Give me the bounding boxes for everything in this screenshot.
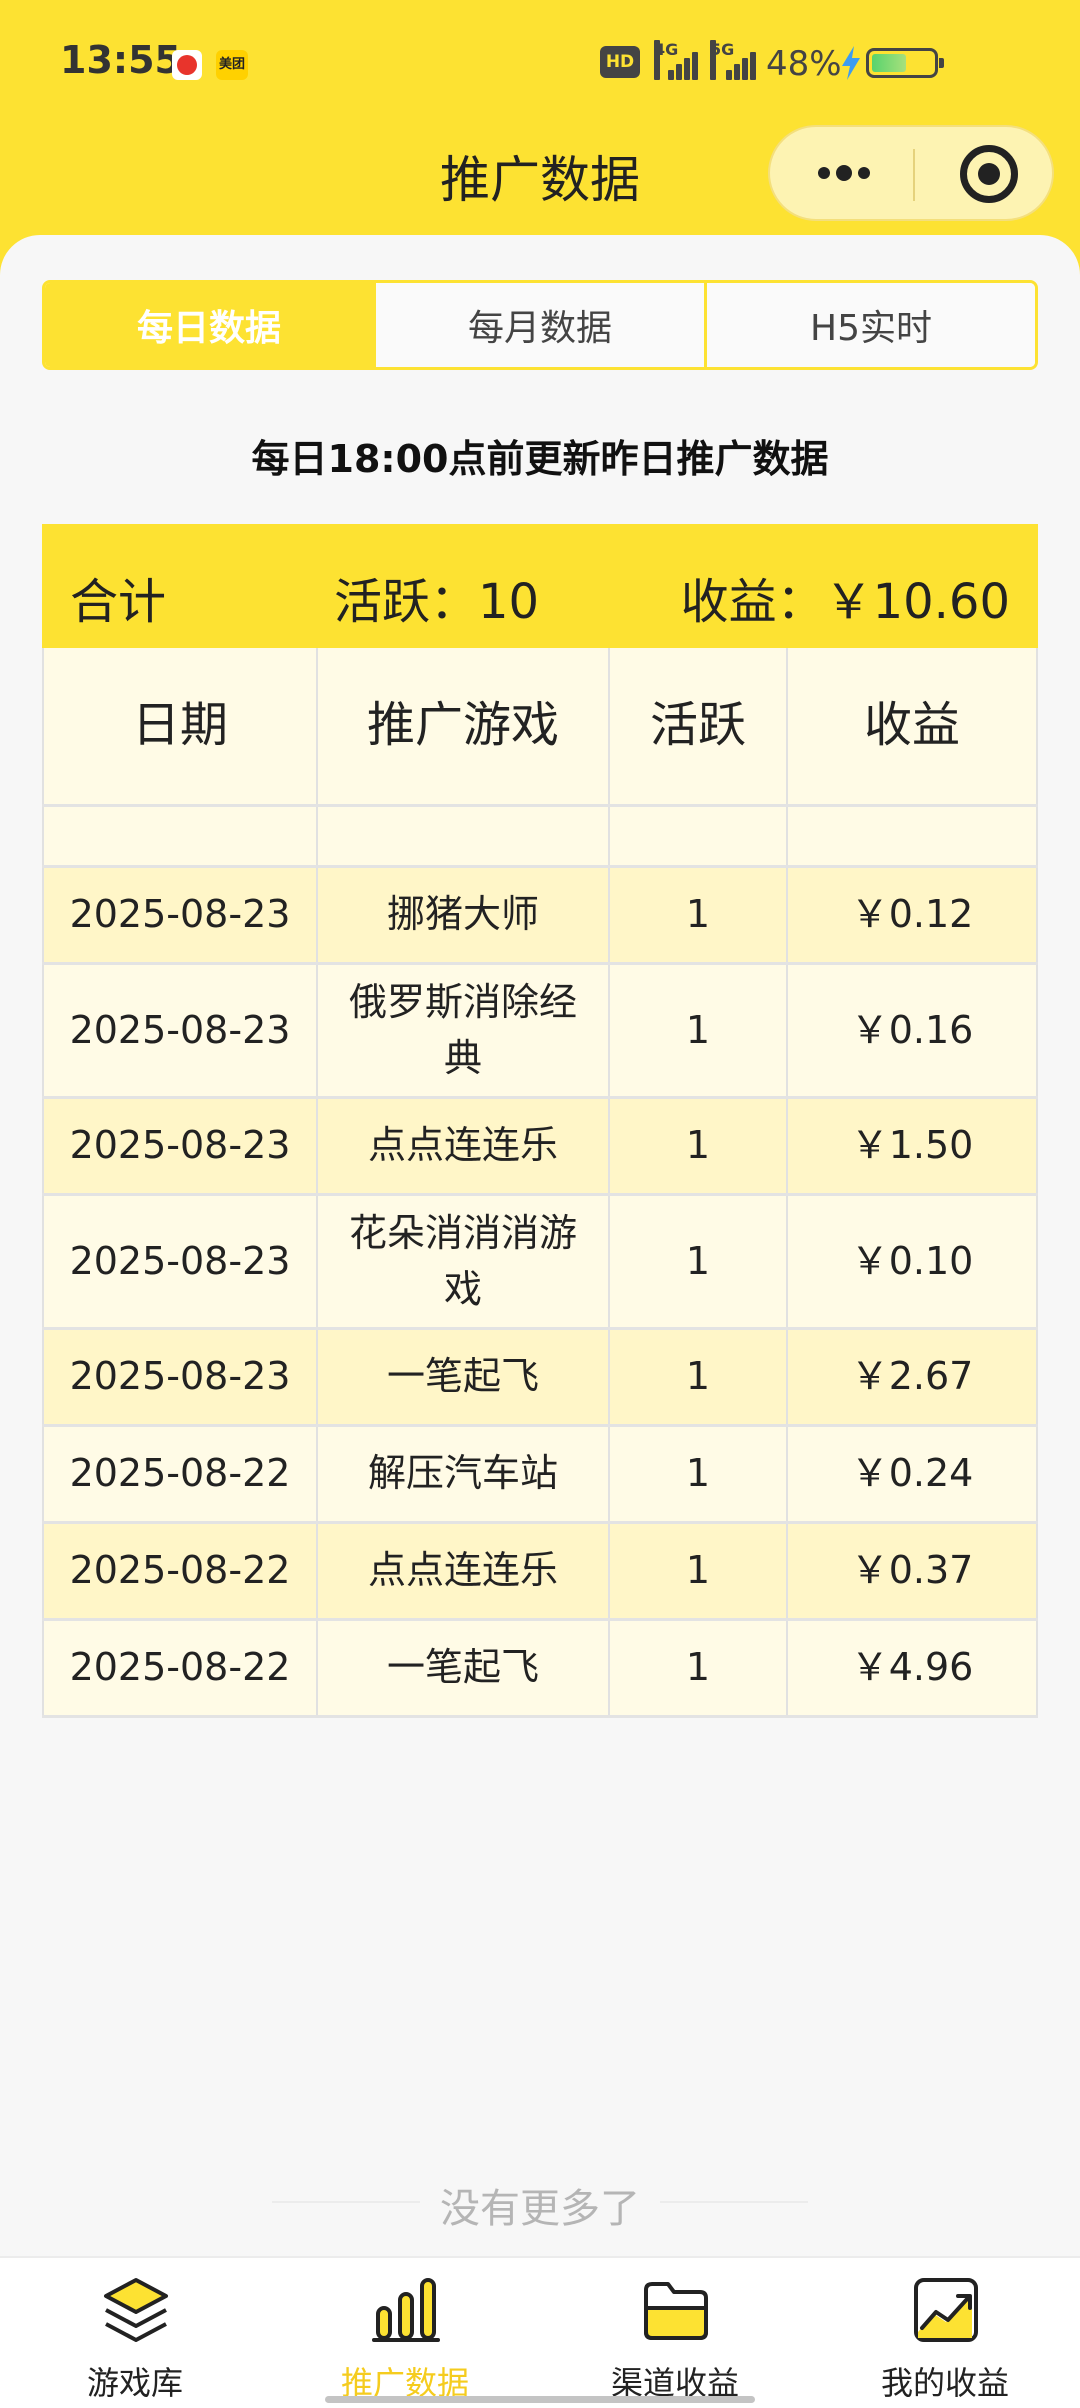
no-more-text: 没有更多了 — [440, 2186, 640, 2232]
notification-app-icon — [172, 50, 202, 80]
tabbar-label: 游戏库 — [86, 2364, 183, 2402]
cell-active: 1 — [610, 1621, 788, 1715]
battery-percent: 48% — [766, 44, 842, 84]
footer-line-right — [660, 2201, 808, 2203]
signal-4g-label: 4G — [654, 40, 678, 80]
hd-call-icon: HD — [600, 46, 640, 78]
data-table: 日期 推广游戏 活跃 收益 2025-08-23 挪猪大师 1 ￥0.12 2025-0… — [42, 648, 1038, 1718]
tab-h5-realtime[interactable]: H5实时 — [707, 283, 1035, 367]
cell-date: 2025-08-23 — [42, 1196, 318, 1327]
cell-game: 一笔起飞 — [318, 1621, 610, 1715]
tabbar-label: 我的收益 — [880, 2364, 1009, 2402]
miniprogram-capsule — [768, 125, 1054, 221]
table-header-row: 日期 推广游戏 活跃 收益 — [42, 648, 1038, 807]
cell-income: ￥0.10 — [788, 1196, 1038, 1327]
cell-income: ￥0.12 — [788, 868, 1038, 962]
folder-icon — [644, 2282, 708, 2340]
partial-cell — [42, 807, 318, 865]
cell-date: 2025-08-22 — [42, 1524, 318, 1618]
trend-chart-icon — [914, 2278, 978, 2342]
summary-bar: 合计 活跃：10 收益：￥10.60 — [42, 524, 1038, 648]
cell-game: 挪猪大师 — [318, 868, 610, 962]
cell-date: 2025-08-22 — [42, 1621, 318, 1715]
signal-4g-icon: 4G — [654, 40, 702, 80]
summary-active: 活跃：10 — [334, 574, 540, 630]
tabbar-item-my-income[interactable]: 我的收益 — [810, 2258, 1080, 2408]
table-row: 2025-08-23 一笔起飞 1 ￥2.67 — [42, 1330, 1038, 1427]
cell-income: ￥0.16 — [788, 965, 1038, 1096]
header-date: 日期 — [42, 648, 318, 804]
cell-income: ￥0.37 — [788, 1524, 1038, 1618]
meituan-app-icon: 美团 — [216, 50, 248, 80]
cell-active: 1 — [610, 1330, 788, 1424]
cell-active: 1 — [610, 1196, 788, 1327]
no-more-footer: 没有更多了 — [0, 2176, 1080, 2232]
summary-income: 收益：￥10.60 — [680, 574, 1010, 630]
cell-income: ￥2.67 — [788, 1330, 1038, 1424]
tabbar-item-promo-data[interactable]: 推广数据 — [270, 2258, 540, 2408]
more-menu-icon[interactable] — [810, 161, 900, 189]
cell-game: 一笔起飞 — [318, 1330, 610, 1424]
home-indicator[interactable] — [325, 2396, 755, 2403]
signal-5g-label: 5G — [710, 40, 734, 80]
cell-game: 俄罗斯消除经典 — [318, 965, 610, 1096]
table-row: 2025-08-22 解压汽车站 1 ￥0.24 — [42, 1427, 1038, 1524]
signal-5g-icon: 5G — [710, 40, 760, 80]
cell-income: ￥4.96 — [788, 1621, 1038, 1715]
table-row-partial — [42, 807, 1038, 868]
header-game: 推广游戏 — [318, 648, 610, 804]
cell-income: ￥0.24 — [788, 1427, 1038, 1521]
cell-game: 花朵消消消游戏 — [318, 1196, 610, 1327]
battery-icon — [866, 48, 944, 78]
table-body: 2025-08-23 挪猪大师 1 ￥0.12 2025-08-23 俄罗斯消除经典 1 ￥0… — [42, 868, 1038, 1718]
cell-active: 1 — [610, 965, 788, 1096]
cell-income: ￥1.50 — [788, 1099, 1038, 1193]
table-row: 2025-08-23 俄罗斯消除经典 1 ￥0.16 — [42, 965, 1038, 1099]
partial-cell — [788, 807, 1038, 865]
bar-chart-icon — [372, 2278, 440, 2342]
tab-monthly[interactable]: 每月数据 — [376, 283, 707, 367]
cell-date: 2025-08-23 — [42, 1099, 318, 1193]
table-row: 2025-08-23 挪猪大师 1 ￥0.12 — [42, 868, 1038, 965]
cell-active: 1 — [610, 1427, 788, 1521]
cell-date: 2025-08-23 — [42, 1330, 318, 1424]
cell-active: 1 — [610, 1099, 788, 1193]
cell-date: 2025-08-22 — [42, 1427, 318, 1521]
cell-active: 1 — [610, 1524, 788, 1618]
cell-date: 2025-08-23 — [42, 965, 318, 1096]
close-miniprogram-icon[interactable] — [960, 145, 1018, 203]
partial-cell — [318, 807, 610, 865]
bottom-tab-bar: 游戏库 推广数据 渠道收益 我的收益 — [0, 2256, 1080, 2408]
table-row: 2025-08-23 点点连连乐 1 ￥1.50 — [42, 1099, 1038, 1196]
tab-daily[interactable]: 每日数据 — [45, 283, 376, 367]
cell-game: 解压汽车站 — [318, 1427, 610, 1521]
charging-bolt-icon — [842, 46, 860, 80]
cell-active: 1 — [610, 868, 788, 962]
period-tabs: 每日数据 每月数据 H5实时 — [42, 280, 1038, 370]
header-active: 活跃 — [610, 648, 788, 804]
status-time: 13:55 — [60, 38, 181, 82]
table-row: 2025-08-23 花朵消消消游戏 1 ￥0.10 — [42, 1196, 1038, 1330]
tabbar-item-channel-income[interactable]: 渠道收益 — [540, 2258, 810, 2408]
table-row: 2025-08-22 点点连连乐 1 ￥0.37 — [42, 1524, 1038, 1621]
header-income: 收益 — [788, 648, 1038, 804]
partial-cell — [610, 807, 788, 865]
cell-game: 点点连连乐 — [318, 1099, 610, 1193]
cell-game: 点点连连乐 — [318, 1524, 610, 1618]
layers-icon — [104, 2278, 168, 2342]
capsule-divider — [913, 149, 915, 201]
status-bar: 13:55 美团 HD 4G 5G 48% — [0, 0, 1080, 125]
cell-date: 2025-08-23 — [42, 868, 318, 962]
tabbar-item-game-library[interactable]: 游戏库 — [0, 2258, 270, 2408]
summary-label: 合计 — [70, 574, 167, 630]
update-notice: 每日18:00点前更新昨日推广数据 — [251, 437, 829, 481]
table-row: 2025-08-22 一笔起飞 1 ￥4.96 — [42, 1621, 1038, 1718]
